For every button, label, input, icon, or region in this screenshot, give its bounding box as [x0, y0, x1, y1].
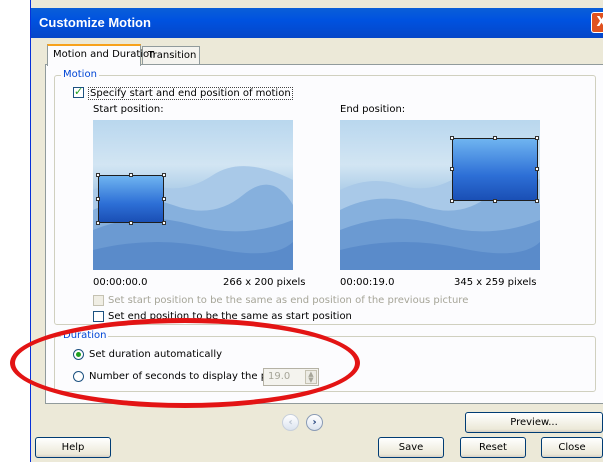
motion-group-label: Motion	[61, 69, 99, 80]
resize-handle[interactable]	[493, 199, 497, 203]
stepper-arrows-icon[interactable]: ▲ ▼	[305, 370, 317, 384]
motion-group: Motion Specify start and end position of…	[54, 69, 596, 325]
resize-handle[interactable]	[96, 221, 100, 225]
resize-handle[interactable]	[129, 173, 133, 177]
specify-motion-checkbox[interactable]	[73, 85, 84, 98]
reset-button[interactable]: Reset	[460, 437, 526, 458]
dialog-title: Customize Motion	[39, 15, 151, 30]
resize-handle[interactable]	[535, 199, 539, 203]
end-size: 345 x 259 pixels	[454, 277, 537, 288]
start-position-preview[interactable]	[93, 120, 293, 270]
resize-handle[interactable]	[535, 167, 539, 171]
next-picture-button[interactable]: ›	[306, 414, 323, 431]
same-as-previous-label[interactable]: Set start position to be the same as end…	[108, 295, 468, 306]
specify-motion-label[interactable]: Specify start and end position of motion	[88, 87, 293, 100]
resize-handle[interactable]	[96, 173, 100, 177]
resize-handle[interactable]	[450, 199, 454, 203]
resize-handle[interactable]	[450, 167, 454, 171]
end-position-label: End position:	[340, 104, 406, 115]
seconds-value: 19.0	[268, 371, 291, 382]
auto-duration-label[interactable]: Set duration automatically	[89, 349, 222, 360]
customize-motion-dialog: Customize Motion X Motion and Duration T…	[30, 0, 603, 462]
previous-picture-button[interactable]: ‹	[282, 414, 299, 431]
duration-group-label: Duration	[61, 330, 109, 341]
tab-motion-and-duration[interactable]: Motion and Duration	[47, 44, 156, 66]
resize-handle[interactable]	[162, 197, 166, 201]
start-position-label: Start position:	[93, 104, 164, 115]
seconds-stepper[interactable]: 19.0 ▲ ▼	[263, 368, 319, 386]
end-time: 00:00:19.0	[340, 277, 395, 288]
tab-panel: Motion Specify start and end position of…	[45, 64, 603, 404]
resize-handle[interactable]	[493, 136, 497, 140]
save-button[interactable]: Save	[378, 437, 444, 458]
auto-duration-radio[interactable]	[73, 349, 84, 360]
title-bar: Customize Motion X	[31, 8, 603, 38]
resize-handle[interactable]	[129, 221, 133, 225]
resize-handle[interactable]	[535, 136, 539, 140]
start-selection-box[interactable]	[98, 175, 164, 223]
preview-button[interactable]: Preview...	[465, 412, 603, 433]
start-time: 00:00:00.0	[93, 277, 148, 288]
close-window-icon[interactable]: X	[591, 12, 603, 33]
end-position-preview[interactable]	[340, 120, 540, 270]
resize-handle[interactable]	[450, 136, 454, 140]
same-as-start-checkbox[interactable]	[93, 311, 104, 322]
same-as-previous-checkbox[interactable]	[93, 295, 104, 306]
resize-handle[interactable]	[162, 221, 166, 225]
end-selection-box[interactable]	[452, 138, 538, 201]
close-button[interactable]: Close	[541, 437, 603, 458]
duration-group: Duration Set duration automatically Numb…	[54, 330, 596, 392]
resize-handle[interactable]	[162, 173, 166, 177]
same-as-start-label[interactable]: Set end position to be the same as start…	[108, 311, 352, 322]
start-size: 266 x 200 pixels	[223, 277, 306, 288]
resize-handle[interactable]	[96, 197, 100, 201]
seconds-duration-radio[interactable]	[73, 371, 84, 382]
help-button[interactable]: Help	[35, 437, 111, 458]
